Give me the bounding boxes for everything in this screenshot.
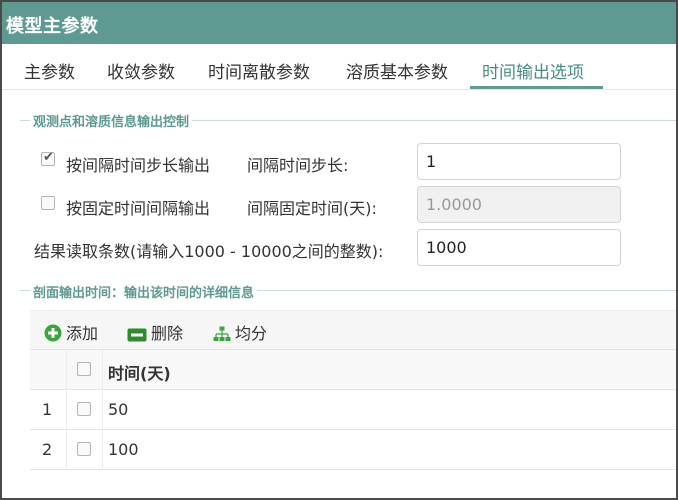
column-divider	[102, 390, 103, 430]
interval-step-checkbox[interactable]	[41, 150, 55, 166]
read-count-label: 结果读取条数(请输入1000 - 10000之间的整数):	[34, 242, 384, 261]
tab-time-output-options[interactable]: 时间输出选项	[482, 58, 584, 83]
column-header-time: 时间(天)	[108, 364, 171, 383]
column-divider	[102, 350, 103, 390]
row-checkbox[interactable]	[77, 402, 91, 416]
tab-solute-basic-params[interactable]: 溶质基本参数	[346, 58, 448, 83]
tab-convergence-params[interactable]: 收敛参数	[107, 58, 175, 83]
add-icon	[44, 324, 62, 346]
group-title-output-control: 观测点和溶质信息输出控制	[30, 111, 193, 130]
select-all-checkbox[interactable]	[77, 362, 91, 376]
table-toolbar: 添加 删除 均分	[30, 310, 676, 350]
interval-step-input[interactable]	[417, 143, 621, 180]
row-index: 2	[42, 440, 53, 459]
table-row[interactable]: 1 50	[30, 390, 676, 430]
column-divider	[66, 350, 67, 390]
read-count-input[interactable]	[417, 229, 621, 266]
interval-step-field-label: 间隔时间步长:	[247, 156, 349, 175]
fixed-time-checkbox[interactable]	[41, 196, 55, 210]
window-title: 模型主参数	[6, 16, 99, 37]
column-divider	[66, 390, 67, 430]
tab-bar: 主参数 收敛参数 时间离散参数 溶质基本参数 时间输出选项	[2, 44, 676, 90]
tab-time-discretization[interactable]: 时间离散参数	[208, 58, 310, 83]
row-time-value[interactable]: 50	[108, 400, 128, 419]
row-time-value[interactable]: 100	[108, 440, 139, 459]
column-divider	[102, 430, 103, 470]
add-button-label: 添加	[66, 324, 99, 343]
group-title-profile-output: 剖面输出时间：输出该时间的详细信息	[30, 282, 258, 301]
average-button-label: 均分	[235, 324, 268, 343]
interval-step-label: 按间隔时间步长输出	[66, 156, 211, 175]
delete-button[interactable]: 删除	[127, 320, 183, 346]
active-tab-indicator	[470, 86, 603, 89]
fixed-time-input	[417, 186, 621, 223]
table-header-row: 时间(天)	[30, 350, 676, 390]
title-bar: 模型主参数	[0, 0, 678, 44]
add-button[interactable]: 添加	[44, 320, 98, 346]
delete-button-label: 删除	[151, 324, 184, 343]
fixed-time-field-label: 间隔固定时间(天):	[247, 199, 377, 218]
delete-icon	[127, 327, 147, 346]
hierarchy-icon	[213, 326, 231, 346]
row-index: 1	[42, 400, 53, 419]
column-divider	[66, 430, 67, 470]
row-checkbox[interactable]	[77, 442, 91, 456]
tab-main-params[interactable]: 主参数	[24, 58, 75, 83]
fixed-time-label: 按固定时间间隔输出	[66, 199, 211, 218]
table-row[interactable]: 2 100	[30, 430, 676, 470]
average-button[interactable]: 均分	[213, 320, 267, 346]
